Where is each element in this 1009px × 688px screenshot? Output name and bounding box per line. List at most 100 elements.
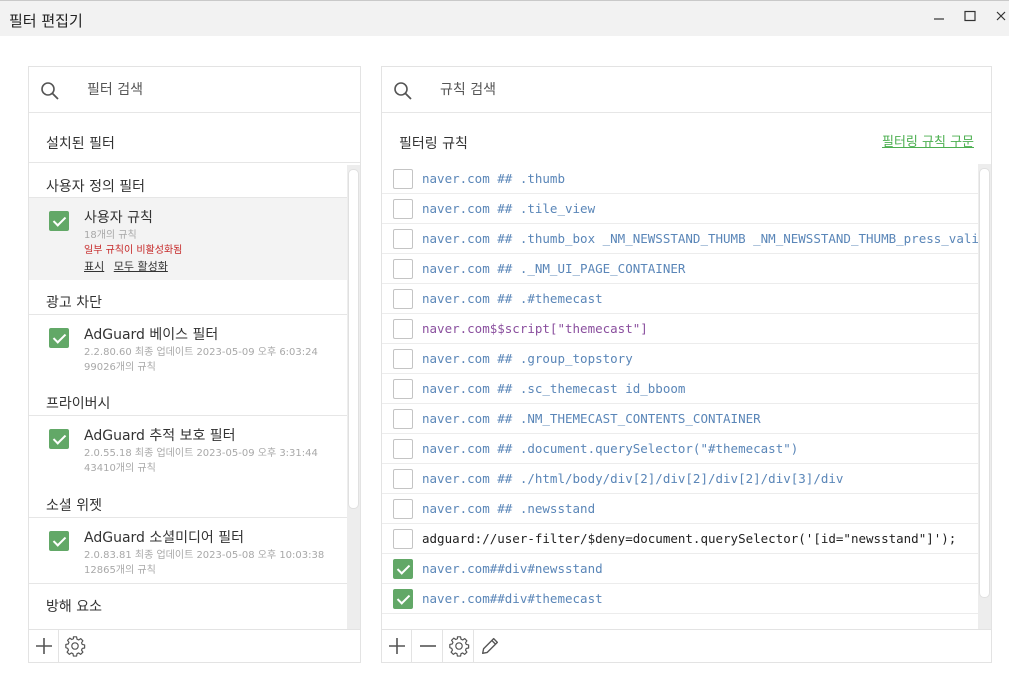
rule-text: naver.com ## .group_topstory (422, 351, 633, 366)
rule-row[interactable]: naver.com ## .tile_view (382, 194, 978, 224)
rule-checkbox[interactable] (393, 499, 413, 519)
filter-name: AdGuard 베이스 필터 (84, 327, 219, 343)
installed-filters-label: 설치된 필터 (46, 136, 115, 152)
filter-version-info: 2.0.55.18 최종 업데이트 2023-05-09 오후 3:31:44 (84, 448, 318, 459)
filter-item-user-rules[interactable]: 사용자 규칙 18개의 규칙 일부 규칙이 비활성화됨 표시 모두 활성화 (29, 197, 347, 280)
filters-panel: 설치된 필터 사용자 정의 필터 사용자 규칙 18개의 규칙 일부 규칙이 비… (28, 66, 361, 663)
filtering-rules-header: 필터링 규칙 필터링 규칙 구문 (382, 113, 991, 163)
filter-search-bar (29, 67, 360, 113)
filter-warning: 일부 규칙이 비활성화됨 (84, 245, 183, 256)
rule-row[interactable]: adguard://user-filter/$deny=document.que… (382, 524, 978, 554)
close-icon[interactable] (993, 7, 1009, 29)
rule-text: naver.com##div#themecast (422, 591, 603, 606)
rules-list: naver.com ## .thumb naver.com ## .tile_vi… (382, 164, 978, 630)
rule-checkbox[interactable] (393, 589, 413, 609)
plus-icon (388, 638, 405, 654)
installed-filters-header: 설치된 필터 (29, 113, 360, 163)
filter-item-adguard-social[interactable]: AdGuard 소셜미디어 필터 2.0.83.81 최종 업데이트 2023-… (29, 517, 347, 583)
filter-search-input[interactable] (87, 77, 327, 103)
rule-checkbox[interactable] (393, 259, 413, 279)
rule-row[interactable]: naver.com ## .document.querySelector("#t… (382, 434, 978, 464)
filter-settings-button[interactable] (60, 630, 90, 662)
filter-rule-count: 18개의 규칙 (84, 230, 137, 241)
rule-row[interactable]: naver.com ## ._NM_UI_PAGE_CONTAINER (382, 254, 978, 284)
rule-text: naver.com ## ._NM_UI_PAGE_CONTAINER (422, 261, 686, 276)
rule-text: naver.com$$script["themecast"] (422, 321, 648, 336)
rule-checkbox[interactable] (393, 349, 413, 369)
rule-row[interactable]: naver.com ## .newsstand (382, 494, 978, 524)
rule-row[interactable]: naver.com ## .NM_THEMECAST_CONTENTS_CONT… (382, 404, 978, 434)
filter-list-scrollbar[interactable] (347, 165, 360, 631)
filter-toolbar (29, 629, 360, 662)
rule-checkbox[interactable] (393, 289, 413, 309)
rule-checkbox[interactable] (393, 319, 413, 339)
minimize-icon[interactable] (927, 7, 951, 29)
add-rule-button[interactable] (382, 630, 412, 662)
rule-row[interactable]: naver.com$$script["themecast"] (382, 314, 978, 344)
add-filter-button[interactable] (29, 630, 59, 662)
filter-item-adguard-base[interactable]: AdGuard 베이스 필터 2.2.80.60 최종 업데이트 2023-05… (29, 314, 347, 380)
filter-item-adguard-tracking[interactable]: AdGuard 추적 보호 필터 2.0.55.18 최종 업데이트 2023-… (29, 415, 347, 481)
rule-text: naver.com ## .NM_THEMECAST_CONTENTS_CONT… (422, 411, 761, 426)
rule-checkbox[interactable] (393, 439, 413, 459)
pencil-icon (481, 637, 499, 655)
maximize-icon[interactable] (958, 7, 982, 29)
rule-search-bar (382, 67, 991, 113)
edit-rules-button[interactable] (475, 630, 505, 662)
rule-row[interactable]: naver.com##div#newsstand (382, 554, 978, 584)
search-icon (39, 80, 61, 102)
filter-actions: 표시 모두 활성화 (84, 258, 174, 274)
rule-text: naver.com ## .newsstand (422, 501, 596, 516)
group-title-privacy: 프라이버시 (46, 396, 111, 412)
rule-text: naver.com##div#newsstand (422, 561, 603, 576)
rule-row[interactable]: naver.com ## .thumb (382, 164, 978, 194)
gear-icon (65, 636, 86, 657)
remove-rule-button[interactable] (413, 630, 443, 662)
rule-text: adguard://user-filter/$deny=document.que… (422, 531, 957, 546)
group-title-social: 소셜 위젯 (46, 498, 102, 514)
rule-text: naver.com ## .document.querySelector("#t… (422, 441, 799, 456)
rule-row[interactable]: naver.com ## .sc_themecast id_bboom (382, 374, 978, 404)
filtering-rules-label: 필터링 규칙 (399, 136, 468, 152)
rule-text: naver.com ## .tile_view (422, 201, 596, 216)
filter-checkbox[interactable] (49, 429, 69, 449)
rule-checkbox[interactable] (393, 229, 413, 249)
group-title-custom: 사용자 정의 필터 (46, 179, 146, 195)
rule-checkbox[interactable] (393, 169, 413, 189)
filter-name: AdGuard 추적 보호 필터 (84, 428, 236, 444)
rule-search-input[interactable] (440, 77, 940, 103)
gear-icon (448, 636, 469, 657)
filter-checkbox[interactable] (49, 211, 69, 231)
rule-row[interactable]: naver.com ## ./html/body/div[2]/div[2]/d… (382, 464, 978, 494)
rule-syntax-link[interactable]: 필터링 규칙 구문 (882, 131, 974, 150)
rules-scroll-thumb[interactable] (979, 168, 990, 598)
filter-rule-count: 12865개의 규칙 (84, 565, 156, 576)
group-title-ads: 광고 차단 (46, 295, 102, 311)
filter-checkbox[interactable] (49, 328, 69, 348)
rule-text: naver.com ## .thumb_box _NM_NEWSSTAND_TH… (422, 231, 978, 246)
rule-row[interactable]: naver.com ## .#themecast (382, 284, 978, 314)
group-title-annoyances: 방해 요소 (46, 599, 102, 615)
rule-text: naver.com ## .sc_themecast id_bboom (422, 381, 686, 396)
rules-scrollbar[interactable] (978, 164, 991, 630)
filter-name: 사용자 규칙 (84, 210, 153, 226)
enable-all-link[interactable]: 모두 활성화 (114, 260, 168, 273)
rule-checkbox[interactable] (393, 559, 413, 579)
rule-settings-button[interactable] (444, 630, 474, 662)
rule-row[interactable]: naver.com ## .thumb_box _NM_NEWSSTAND_TH… (382, 224, 978, 254)
rule-row[interactable]: naver.com ## .group_topstory (382, 344, 978, 374)
filter-checkbox[interactable] (49, 531, 69, 551)
rule-text: naver.com ## .thumb (422, 171, 565, 186)
filter-list-scroll-thumb[interactable] (348, 169, 359, 509)
rule-text: naver.com ## .#themecast (422, 291, 603, 306)
rules-panel: 필터링 규칙 필터링 규칙 구문 naver.com ## .thumbnave… (381, 66, 992, 663)
window-title: 필터 편집기 (9, 12, 83, 30)
show-rules-link[interactable]: 표시 (84, 260, 104, 273)
plus-icon (35, 638, 52, 654)
rule-checkbox[interactable] (393, 379, 413, 399)
rule-row[interactable]: naver.com##div#themecast (382, 584, 978, 614)
rule-checkbox[interactable] (393, 409, 413, 429)
rule-checkbox[interactable] (393, 199, 413, 219)
rule-checkbox[interactable] (393, 469, 413, 489)
rule-checkbox[interactable] (393, 529, 413, 549)
